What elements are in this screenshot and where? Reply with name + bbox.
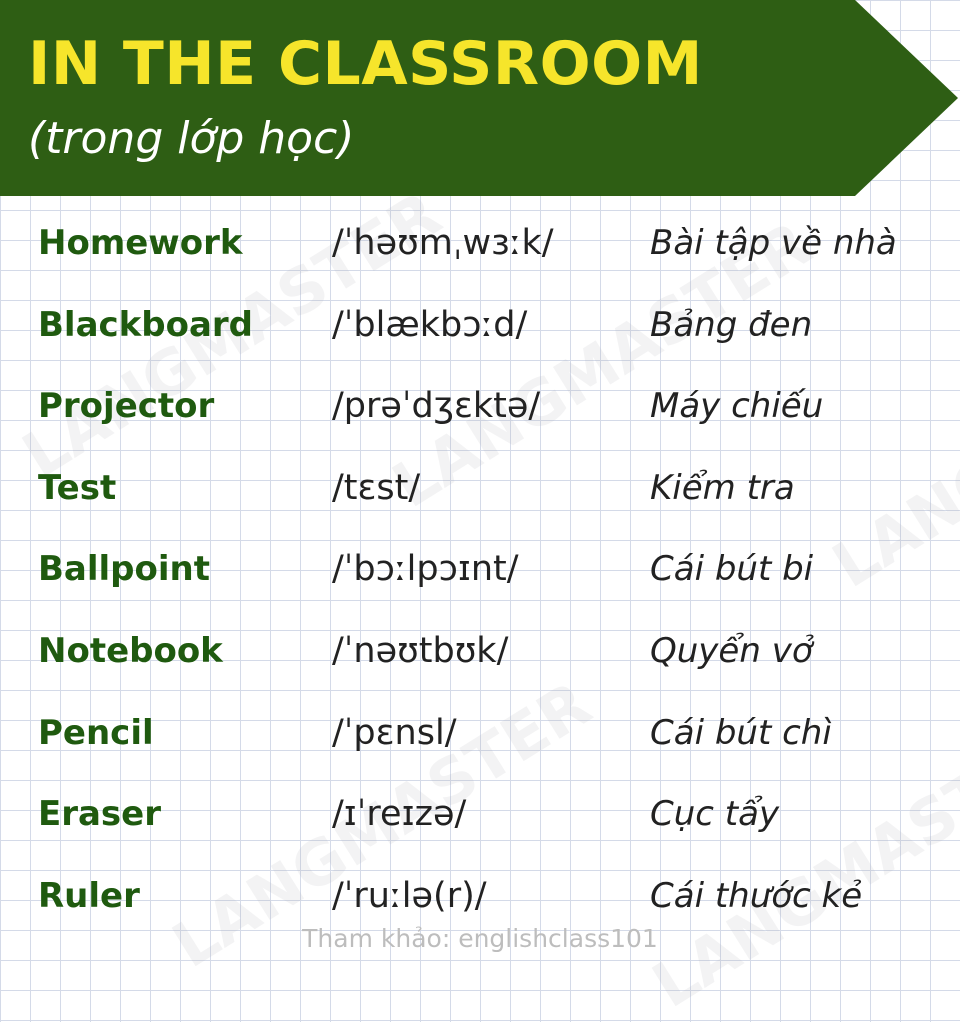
vocab-pronunciation: /ˈruːlə(r)/ [332, 875, 487, 916]
page-title: IN THE CLASSROOM [28, 29, 703, 99]
vocab-meaning: Cái bút chì [650, 712, 832, 753]
vocabulary-list: Homework /ˈhəʊmˌwɜːk/ Bài tập về nhà Bla… [0, 214, 960, 948]
vocab-row-test: Test /tɛst/ Kiểm tra [0, 459, 960, 541]
vocab-row-ballpoint: Ballpoint /ˈbɔːlpɔɪnt/ Cái bút bi [0, 540, 960, 622]
vocab-row-eraser: Eraser /ɪˈreɪzə/ Cục tẩy [0, 785, 960, 867]
vocab-pronunciation: /tɛst/ [332, 467, 421, 508]
vocab-word: Test [38, 467, 117, 508]
vocab-meaning: Cục tẩy [650, 794, 780, 835]
vocab-row-pencil: Pencil /ˈpɛnsl/ Cái bút chì [0, 704, 960, 786]
vocab-row-homework: Homework /ˈhəʊmˌwɜːk/ Bài tập về nhà [0, 214, 960, 296]
vocab-meaning: Máy chiếu [650, 386, 824, 427]
vocab-pronunciation: /ˈpɛnsl/ [332, 712, 457, 753]
vocab-word: Ruler [38, 875, 140, 916]
vocab-meaning: Cái thước kẻ [650, 875, 863, 916]
vocab-meaning: Bài tập về nhà [650, 223, 897, 263]
vocab-row-projector: Projector /prəˈdʒɛktə/ Máy chiếu [0, 377, 960, 459]
vocab-meaning: Quyển vở [650, 630, 813, 671]
vocab-word: Ballpoint [38, 549, 210, 590]
vocab-word: Eraser [38, 794, 162, 835]
vocab-pronunciation: /prəˈdʒɛktə/ [332, 386, 541, 427]
vocab-row-notebook: Notebook /ˈnəʊtbʊk/ Quyển vở [0, 622, 960, 704]
vocab-pronunciation: /ɪˈreɪzə/ [332, 794, 467, 835]
vocab-meaning: Bảng đen [650, 304, 813, 345]
vocab-word: Projector [38, 386, 215, 427]
vocab-row-blackboard: Blackboard /ˈblækbɔːd/ Bảng đen [0, 296, 960, 378]
vocab-pronunciation: /ˈhəʊmˌwɜːk/ [332, 223, 554, 263]
vocab-word: Notebook [38, 630, 223, 671]
title-banner: IN THE CLASSROOM (trong lớp học) [0, 0, 960, 196]
vocab-word: Homework [38, 223, 243, 263]
vocab-pronunciation: /ˈnəʊtbʊk/ [332, 630, 509, 671]
vocab-meaning: Kiểm tra [650, 467, 795, 508]
page-subtitle: (trong lớp học) [28, 113, 355, 164]
vocab-pronunciation: /ˈbɔːlpɔɪnt/ [332, 549, 519, 590]
vocab-word: Blackboard [38, 304, 254, 345]
vocab-meaning: Cái bút bi [650, 549, 814, 590]
vocab-pronunciation: /ˈblækbɔːd/ [332, 304, 528, 345]
vocab-word: Pencil [38, 712, 154, 753]
source-credit: Tham khảo: englishclass101 [302, 924, 658, 953]
